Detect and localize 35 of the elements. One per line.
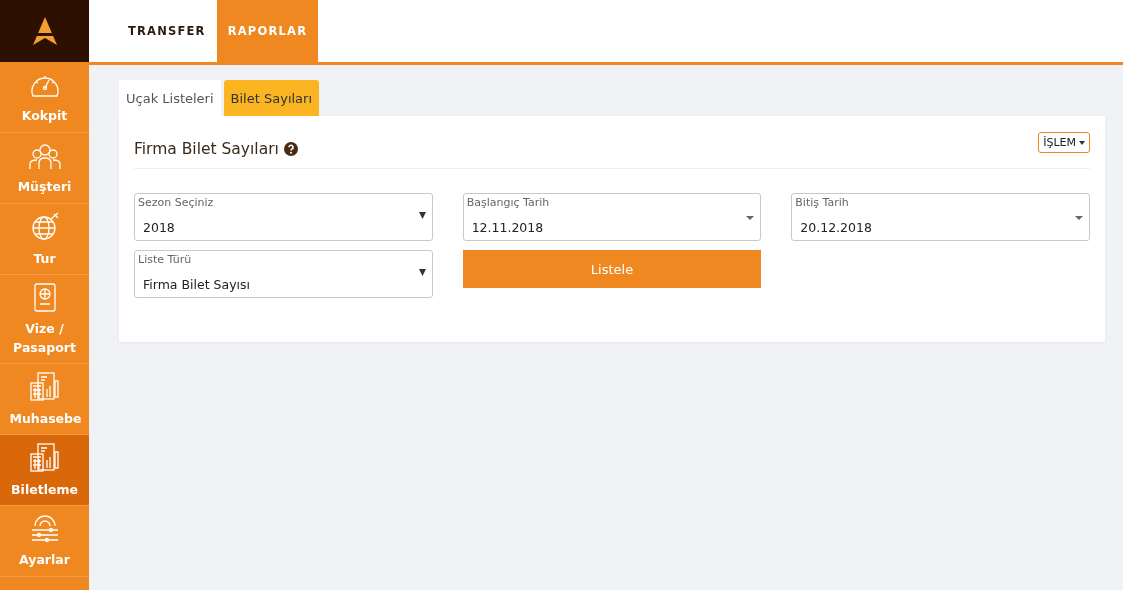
date-field[interactable]: Bitiş Tarih 20.12.2018 [791,193,1090,241]
select-field[interactable]: Sezon Seçiniz 2018 [134,193,433,241]
nav-tab[interactable]: TRANSFER [117,0,217,62]
sidebar-item[interactable]: Müşteri [0,133,89,204]
logo-icon [30,16,59,46]
sidebar-item[interactable]: Vize / Pasaport [0,275,89,364]
card-title: Firma Bilet Sayıları [134,140,279,158]
nav-tab[interactable]: RAPORLAR [216,0,319,62]
calculator-icon [28,370,61,403]
action-dropdown[interactable]: İŞLEM [1038,132,1090,153]
caret-icon [418,269,426,276]
field-value: Firma Bilet Sayısı [142,277,252,292]
field-value: 2018 [142,220,176,235]
date-field[interactable]: Başlangıç Tarih 12.11.2018 [462,193,762,241]
field-label: Liste Türü [138,253,193,266]
sidebar-item[interactable]: Biletleme [0,435,89,506]
tab[interactable]: Uçak Listeleri [119,80,221,116]
calculator-icon [28,441,61,474]
field-label: Sezon Seçiniz [138,196,215,209]
caret-icon [418,212,426,219]
sidebar-item[interactable]: Kokpit [0,62,89,133]
field-value: 12.11.2018 [470,220,545,235]
sidebar-item[interactable]: Tur [0,204,89,275]
field-value: 20.12.2018 [799,220,873,235]
caret-icon [1079,140,1085,145]
passport-icon [31,281,58,313]
field-label: Bitiş Tarih [795,196,850,209]
list-button[interactable]: Listele [462,250,762,288]
select-field[interactable]: Liste Türü Firma Bilet Sayısı [134,250,433,298]
help-icon [283,142,298,156]
caret-icon [746,216,755,220]
field-label: Başlangıç Tarih [466,196,551,209]
caret-icon [1075,216,1083,220]
sidebar-item[interactable]: Ayarlar [0,506,89,577]
tab[interactable]: Bilet Sayıları [223,80,320,116]
